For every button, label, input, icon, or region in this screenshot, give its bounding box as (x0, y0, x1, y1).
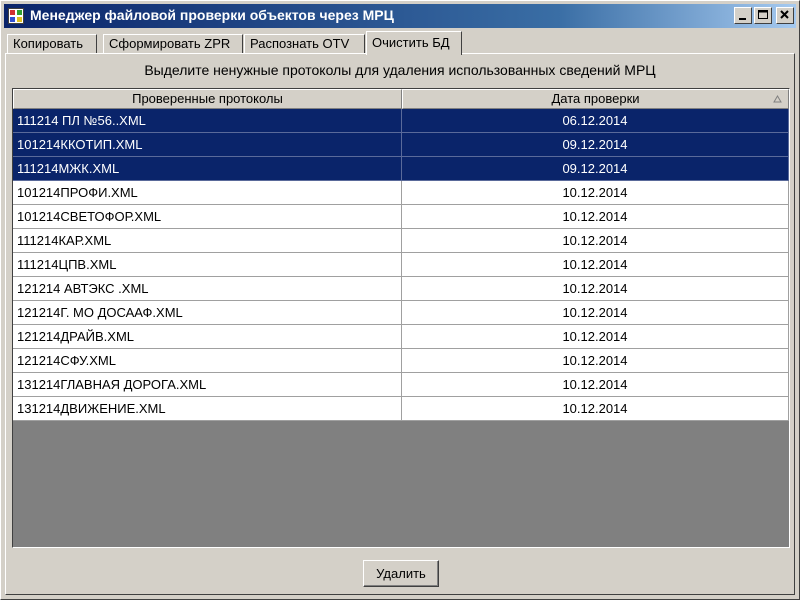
cell-check-date[interactable]: 10.12.2014 (402, 301, 789, 325)
cell-check-date[interactable]: 10.12.2014 (402, 397, 789, 421)
cell-protocol-name[interactable]: 131214ДВИЖЕНИЕ.XML (13, 397, 402, 421)
cell-check-date[interactable]: 06.12.2014 (402, 109, 789, 133)
tab-copy[interactable]: Копировать (7, 34, 97, 54)
cell-protocol-name[interactable]: 111214КАР.XML (13, 229, 402, 253)
minimize-icon (739, 18, 746, 20)
cell-check-date[interactable]: 10.12.2014 (402, 277, 789, 301)
delete-button[interactable]: Удалить (363, 560, 439, 587)
cell-check-date[interactable]: 10.12.2014 (402, 229, 789, 253)
close-icon (780, 10, 789, 19)
title-bar[interactable]: Менеджер файловой проверки объектов чере… (4, 4, 796, 28)
maximize-button[interactable] (754, 7, 772, 24)
column-header-date[interactable]: Дата проверки (402, 89, 789, 109)
cell-protocol-name[interactable]: 121214Г. МО ДОСААФ.XML (13, 301, 402, 325)
maximize-icon (758, 10, 768, 19)
tab-generate-zpr[interactable]: Сформировать ZPR (103, 34, 243, 54)
cell-protocol-name[interactable]: 101214СВЕТОФОР.XML (13, 205, 402, 229)
cell-protocol-name[interactable]: 101214ПРОФИ.XML (13, 181, 402, 205)
cell-protocol-name[interactable]: 101214ККОТИП.XML (13, 133, 402, 157)
cell-check-date[interactable]: 10.12.2014 (402, 373, 789, 397)
cell-check-date[interactable]: 10.12.2014 (402, 205, 789, 229)
cell-check-date[interactable]: 10.12.2014 (402, 325, 789, 349)
cell-protocol-name[interactable]: 131214ГЛАВНАЯ ДОРОГА.XML (13, 373, 402, 397)
tab-clear-db[interactable]: Очистить БД (366, 31, 462, 55)
tab-strip: Копировать Сформировать ZPR Распознать O… (7, 31, 795, 55)
grid-rows: 111214 ПЛ №56..XML 06.12.2014 101214ККОТИП… (13, 109, 789, 421)
cell-protocol-name[interactable]: 121214 АВТЭКС .XML (13, 277, 402, 301)
table-row[interactable]: 121214Г. МО ДОСААФ.XML 10.12.2014 (13, 301, 789, 325)
column-header-date-label: Дата проверки (551, 91, 640, 106)
table-row[interactable]: 111214МЖК.XML 09.12.2014 (13, 157, 789, 181)
cell-protocol-name[interactable]: 121214ДРАЙВ.XML (13, 325, 402, 349)
instruction-label: Выделите ненужные протоколы для удаления… (144, 62, 656, 78)
table-row[interactable]: 111214ЦПВ.XML 10.12.2014 (13, 253, 789, 277)
table-row[interactable]: 111214 ПЛ №56..XML 06.12.2014 (13, 109, 789, 133)
cell-check-date[interactable]: 10.12.2014 (402, 349, 789, 373)
table-row[interactable]: 121214СФУ.XML 10.12.2014 (13, 349, 789, 373)
minimize-button[interactable] (734, 7, 752, 24)
table-row[interactable]: 111214КАР.XML 10.12.2014 (13, 229, 789, 253)
cell-check-date[interactable]: 09.12.2014 (402, 157, 789, 181)
cell-protocol-name[interactable]: 111214МЖК.XML (13, 157, 402, 181)
close-button[interactable] (776, 7, 794, 24)
table-row[interactable]: 121214 АВТЭКС .XML 10.12.2014 (13, 277, 789, 301)
table-row[interactable]: 101214ПРОФИ.XML 10.12.2014 (13, 181, 789, 205)
table-row[interactable]: 131214ДВИЖЕНИЕ.XML 10.12.2014 (13, 397, 789, 421)
tab-recognize-otv[interactable]: Распознать OTV (244, 34, 365, 54)
cell-protocol-name[interactable]: 121214СФУ.XML (13, 349, 402, 373)
table-row[interactable]: 121214ДРАЙВ.XML 10.12.2014 (13, 325, 789, 349)
column-header-protocols[interactable]: Проверенные протоколы (13, 89, 402, 109)
table-row[interactable]: 101214СВЕТОФОР.XML 10.12.2014 (13, 205, 789, 229)
cell-check-date[interactable]: 10.12.2014 (402, 181, 789, 205)
table-row[interactable]: 131214ГЛАВНАЯ ДОРОГА.XML 10.12.2014 (13, 373, 789, 397)
app-window: Менеджер файловой проверки объектов чере… (0, 0, 800, 600)
window-title: Менеджер файловой проверки объектов чере… (30, 7, 394, 23)
cell-check-date[interactable]: 09.12.2014 (402, 133, 789, 157)
grid-header: Проверенные протоколы Дата проверки (13, 89, 789, 109)
app-window-icon[interactable] (8, 8, 24, 24)
cell-protocol-name[interactable]: 111214ЦПВ.XML (13, 253, 402, 277)
cell-check-date[interactable]: 10.12.2014 (402, 253, 789, 277)
sort-ascending-icon (773, 95, 782, 103)
cell-protocol-name[interactable]: 111214 ПЛ №56..XML (13, 109, 402, 133)
table-row[interactable]: 101214ККОТИП.XML 09.12.2014 (13, 133, 789, 157)
protocols-grid[interactable]: Проверенные протоколы Дата проверки 1112… (12, 88, 790, 548)
